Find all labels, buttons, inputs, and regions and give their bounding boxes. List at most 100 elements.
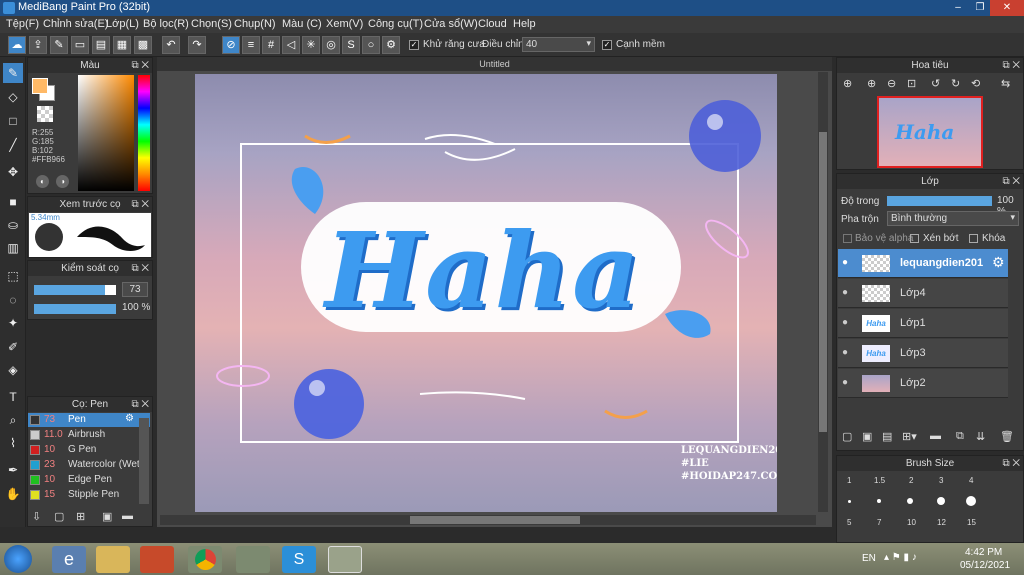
soft-edge-checkbox[interactable]: ✓ [602,40,612,50]
brush-item[interactable]: 10 Edge Pen [28,473,150,487]
layer-opacity-slider[interactable] [887,196,992,206]
chrome-icon[interactable] [188,546,222,573]
eye-icon[interactable]: ● [842,347,848,358]
size-cell[interactable]: 1.5 [874,476,885,485]
close-icon[interactable]: ⧉ ✕ [131,261,149,276]
blend-select[interactable]: Bình thường ▾ [887,211,1019,226]
menu-cloud[interactable]: Cloud [478,18,507,30]
navigator-preview[interactable]: Haha [877,96,983,168]
skype-icon[interactable]: S [282,546,316,573]
size-cell[interactable]: 4 [969,476,973,485]
brush-list-scrollbar[interactable] [139,418,149,504]
color-sv-picker[interactable] [78,75,134,191]
close-icon[interactable]: ⧉ ✕ [1002,58,1020,73]
size-cell[interactable]: 10 [907,518,916,527]
menu-help[interactable]: Help [513,18,536,30]
upload-icon[interactable]: ⇪ [29,36,47,54]
eye-icon[interactable]: ● [842,257,848,268]
layer-scrollbar[interactable] [1010,250,1020,420]
new-halftone-layer-icon[interactable]: ▣ [862,430,872,443]
zoom-out-icon[interactable]: ⊖ [887,77,896,90]
download-icon[interactable]: ⇩ [32,510,41,523]
hue-slider[interactable] [138,75,150,191]
menu-window[interactable]: Cửa sổ(W) [424,18,478,30]
hand-tool-icon[interactable]: ✋ [3,484,23,504]
start-button[interactable] [4,545,32,573]
close-icon[interactable]: ⧉ ✕ [131,197,149,212]
lasso-icon[interactable]: ◌ [3,290,23,310]
grid-snap-icon[interactable]: # [262,36,280,54]
select-eraser-icon[interactable]: ◈ [3,360,23,380]
document-tab[interactable]: Untitled [157,57,832,71]
explorer-icon[interactable] [96,546,130,573]
close-icon[interactable]: ⧉ ✕ [1002,456,1020,471]
menu-tools[interactable]: Công cụ(T) [368,18,423,30]
select-rect-icon[interactable]: ⬚ [3,266,23,286]
layer-row[interactable]: ● Haha Lớp1 [838,309,1008,338]
gear-icon[interactable]: ⚙ [125,413,134,424]
language-indicator[interactable]: EN [862,553,876,564]
cloud-icon[interactable]: ☁ [8,36,26,54]
media-icon[interactable] [140,546,174,573]
color-wheel-icon[interactable]: ◑ [56,175,69,188]
gradient-tool-icon[interactable]: ▥ [3,238,23,258]
pen-tool-icon[interactable]: ✒ [3,460,23,480]
brush-tool-icon[interactable]: ✎ [3,63,23,83]
add-brush-icon[interactable]: ⊞ [76,510,85,523]
protect-alpha-checkbox[interactable] [843,234,852,243]
fill-rect-icon[interactable]: ■ [3,192,23,212]
antialias-checkbox[interactable]: ✓ [409,40,419,50]
redo-icon[interactable]: ↷ [188,36,206,54]
bucket-tool-icon[interactable]: ⛀ [3,215,23,235]
add-layer-dropdown-icon[interactable]: ⊞▾ [902,430,917,443]
reset-icon[interactable]: ⟲ [971,77,980,90]
trash-icon[interactable]: 🗑 [1000,430,1014,443]
document-icon[interactable]: ▤ [92,36,110,54]
menu-color[interactable]: Màu (C) [282,18,322,30]
transparent-color-swatch[interactable] [37,106,53,122]
text-tool-icon[interactable]: T [3,387,23,407]
menu-edit[interactable]: Chỉnh sửa(E) [43,18,108,30]
undo-icon[interactable]: ↶ [162,36,180,54]
brush-item[interactable]: 11.0 Airbrush [28,428,150,442]
folder-icon[interactable]: ▬ [122,510,133,522]
dot-tool-icon[interactable]: □ [3,111,23,131]
comment-icon[interactable]: ✎ [50,36,68,54]
eye-icon[interactable]: ● [842,287,848,298]
size-cell[interactable]: 5 [847,518,851,527]
brush-item[interactable]: 73 Pen ⚙ [28,413,150,427]
snap-off-icon[interactable]: ⊘ [222,36,240,54]
new-brush-icon[interactable]: ▢ [54,510,64,523]
menu-view[interactable]: Xem(V) [326,18,363,30]
tray-icons[interactable]: ▴ ⚑ ▮ ♪ [884,552,917,563]
curve-snap-icon[interactable]: S [342,36,360,54]
layer-row[interactable]: ● Lớp4 [838,279,1008,308]
brush-item[interactable]: 23 Watercolor (Wet) [28,458,150,472]
app-icon[interactable] [236,546,270,573]
menu-filter[interactable]: Bộ lọc(R) [143,18,189,30]
menu-select[interactable]: Chọn(S) [191,18,232,30]
palette-icon[interactable]: ◐ [36,175,49,188]
size-cell[interactable]: 1 [847,476,851,485]
close-icon[interactable]: ⧉ ✕ [1002,174,1020,189]
parallel-snap-icon[interactable]: ≡ [242,36,260,54]
folder-icon[interactable]: ▬ [930,430,941,442]
magic-wand-icon[interactable]: ✦ [3,313,23,333]
grid-icon[interactable]: ▩ [134,36,152,54]
layout-icon[interactable]: ▦ [113,36,131,54]
zoom-in-2-icon[interactable]: ⊕ [867,77,876,90]
layer-row[interactable]: ● Haha Lớp3 [838,339,1008,368]
radial-snap-icon[interactable]: ✳ [302,36,320,54]
settings-icon[interactable]: ⚙ [382,36,400,54]
gear-icon[interactable]: ⚙ [992,254,1005,271]
menu-layer[interactable]: Lớp(L) [106,18,139,30]
ie-icon[interactable]: e [52,546,86,573]
close-icon[interactable]: ⧉ ✕ [131,58,149,73]
rotate-left-icon[interactable]: ↺ [931,77,940,90]
eye-icon[interactable]: ● [842,377,848,388]
brush-opacity-slider[interactable] [34,304,116,314]
menu-file[interactable]: Tệp(F) [6,18,39,30]
artwork-canvas[interactable]: Haha LEQUANGDIEN201 #LIE #HOIDAP247.COM [195,74,777,512]
brush-size-value[interactable]: 73 [122,282,148,297]
canvas-vertical-scrollbar[interactable] [818,72,828,512]
